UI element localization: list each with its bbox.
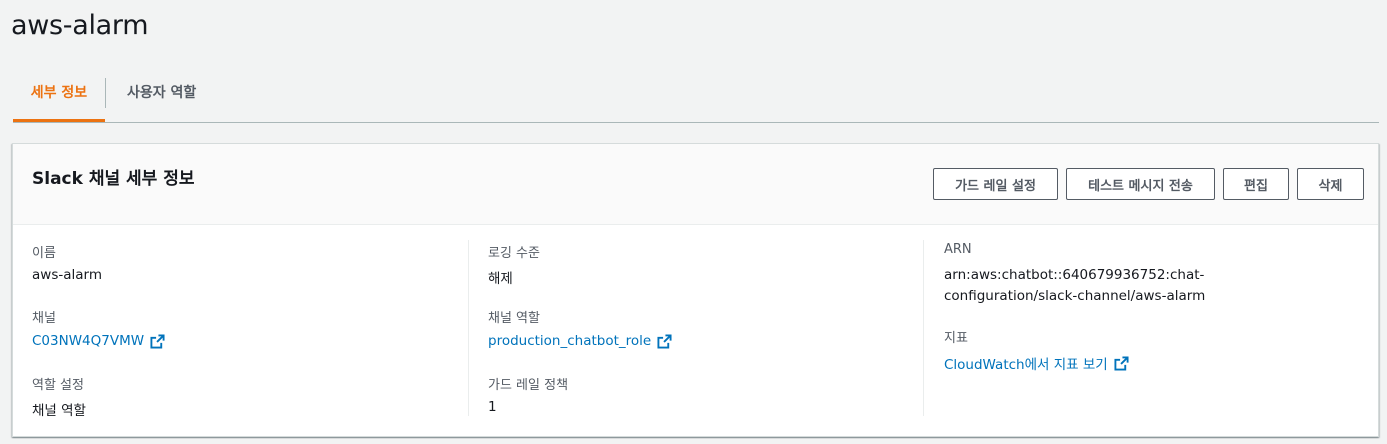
external-link-icon xyxy=(657,333,672,349)
logging-level-value: 해제 xyxy=(488,271,513,287)
delete-button[interactable]: 삭제 xyxy=(1297,168,1364,200)
arn-value: arn:aws:chatbot::640679936752:chat-confi… xyxy=(944,267,1206,304)
name-label: 이름 xyxy=(32,246,56,261)
panel-header: Slack 채널 세부 정보 가드 레일 설정 테스트 메시지 전송 편집 삭제 xyxy=(13,144,1378,225)
external-link-icon xyxy=(1114,355,1129,371)
channel-link-text: C03NW4Q7VMW xyxy=(32,333,145,349)
panel-title: Slack 채널 세부 정보 xyxy=(32,169,195,189)
channel-role-link[interactable]: production_chatbot_role xyxy=(488,333,672,349)
slack-channel-details-panel: Slack 채널 세부 정보 가드 레일 설정 테스트 메시지 전송 편집 삭제… xyxy=(12,143,1379,437)
page-title: aws-alarm xyxy=(11,10,149,41)
edit-button[interactable]: 편집 xyxy=(1223,168,1289,200)
column-divider xyxy=(923,240,924,416)
guardrails-settings-button[interactable]: 가드 레일 설정 xyxy=(933,168,1058,200)
send-test-message-button[interactable]: 테스트 메시지 전송 xyxy=(1066,168,1215,200)
role-setting-label: 역할 설정 xyxy=(32,378,84,393)
logging-level-label: 로깅 수준 xyxy=(488,246,540,261)
tab-user-roles[interactable]: 사용자 역할 xyxy=(106,72,196,122)
channel-label: 채널 xyxy=(32,311,56,326)
tab-details[interactable]: 세부 정보 xyxy=(13,72,105,122)
guardrail-policy-value: 1 xyxy=(488,399,497,415)
guardrail-policy-label: 가드 레일 정책 xyxy=(488,378,569,393)
column-divider xyxy=(468,240,469,416)
channel-link[interactable]: C03NW4Q7VMW xyxy=(32,333,165,349)
channel-role-label: 채널 역할 xyxy=(488,311,540,326)
metrics-label: 지표 xyxy=(944,331,968,346)
tab-bar: 세부 정보 사용자 역할 xyxy=(13,72,1379,123)
name-value: aws-alarm xyxy=(32,267,102,283)
external-link-icon xyxy=(150,333,165,349)
role-setting-value: 채널 역할 xyxy=(32,403,86,419)
channel-role-link-text: production_chatbot_role xyxy=(488,333,652,349)
arn-label: ARN xyxy=(944,242,972,257)
cloudwatch-metrics-link-text: CloudWatch에서 지표 보기 xyxy=(944,357,1108,373)
cloudwatch-metrics-link[interactable]: CloudWatch에서 지표 보기 xyxy=(944,353,1129,373)
